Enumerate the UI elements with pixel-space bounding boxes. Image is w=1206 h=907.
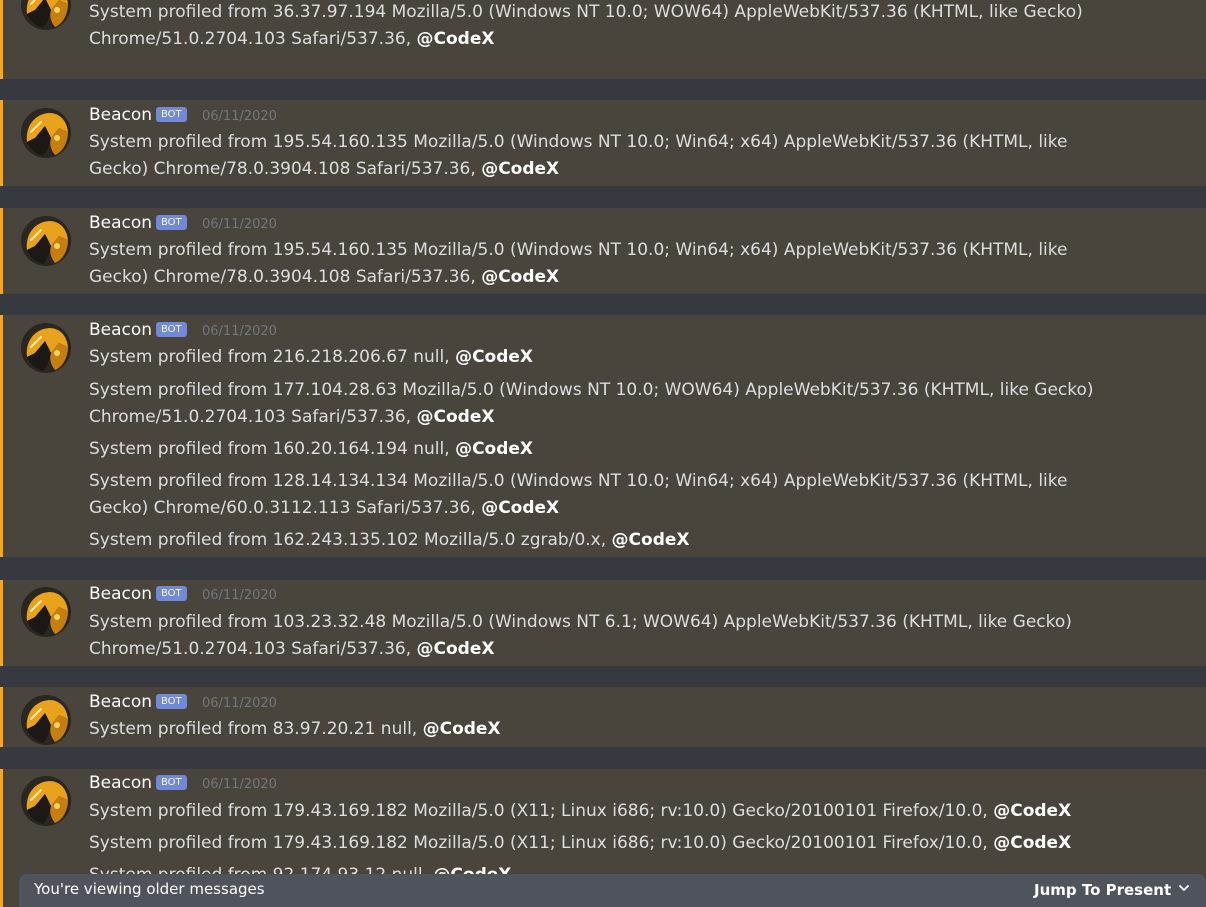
author-name[interactable]: Beacon (89, 320, 152, 340)
avatar-image (21, 587, 71, 637)
message-text: Chrome/51.0.2704.103 Safari/537.36, (89, 29, 417, 49)
avatar[interactable] (21, 776, 71, 826)
message-text: Gecko) Chrome/78.0.3904.108 Safari/537.3… (89, 159, 482, 179)
older-messages-bar: You're viewing older messages Jump To Pr… (19, 874, 1206, 907)
bot-badge: BOT (156, 215, 187, 230)
bot-badge: BOT (156, 775, 187, 790)
message-text: System profiled from 177.104.28.63 Mozil… (89, 380, 1094, 400)
message-line: System profiled from 179.43.169.182 Mozi… (89, 798, 1071, 825)
avatar-image (21, 776, 71, 826)
avatar-image (21, 216, 71, 266)
message-text: System profiled from 160.20.164.194 null… (89, 439, 456, 459)
message-text: System profiled from 128.14.134.134 Mozi… (89, 471, 1068, 491)
message-text: System profiled from 195.54.160.135 Mozi… (89, 132, 1068, 152)
message-text: Chrome/51.0.2704.103 Safari/537.36, (89, 639, 417, 659)
message-line: System profiled from 216.218.206.67 null… (89, 344, 533, 371)
message-text: System profiled from 179.43.169.182 Mozi… (89, 801, 994, 821)
author-name[interactable]: Beacon (89, 584, 152, 604)
message-line: System profiled from 177.104.28.63 Mozil… (89, 377, 1094, 404)
message-text: Gecko) Chrome/78.0.3904.108 Safari/537.3… (89, 267, 482, 287)
older-messages-text: You're viewing older messages (34, 880, 265, 898)
chevron-down-icon[interactable] (1177, 881, 1191, 895)
message-text: System profiled from 216.218.206.67 null… (89, 347, 456, 367)
message-line: Chrome/51.0.2704.103 Safari/537.36, @Cod… (89, 404, 495, 431)
message-line: System profiled from 195.54.160.135 Mozi… (89, 237, 1067, 264)
message-line: Gecko) Chrome/78.0.3904.108 Safari/537.3… (89, 264, 559, 291)
message-group[interactable]: Beacon BOT 06/11/2020 System profiled from … (0, 100, 1206, 186)
bot-badge: BOT (156, 107, 187, 122)
user-mention[interactable]: @CodeX (455, 439, 533, 459)
avatar[interactable] (21, 216, 71, 266)
message-group[interactable]: Beacon BOT 06/11/2020 System profiled from … (0, 580, 1206, 666)
user-mention[interactable]: @CodeX (455, 347, 533, 367)
message-line: Gecko) Chrome/78.0.3904.108 Safari/537.3… (89, 156, 559, 183)
avatar[interactable] (21, 695, 71, 745)
bot-badge: BOT (156, 322, 187, 337)
jump-to-present-button[interactable]: Jump To Present (1034, 879, 1171, 901)
user-mention[interactable]: @CodeX (993, 801, 1071, 821)
author-name[interactable]: Beacon (89, 692, 152, 712)
user-mention[interactable]: @CodeX (417, 29, 495, 49)
message-line: Gecko) Chrome/60.0.3112.113 Safari/537.3… (89, 495, 559, 522)
message-text: System profiled from 179.43.169.182 Mozi… (89, 833, 994, 853)
bot-badge: BOT (156, 586, 187, 601)
avatar[interactable] (21, 587, 71, 637)
message-group[interactable]: Beacon BOT 06/11/2020 System profiled from … (0, 208, 1206, 294)
user-mention[interactable]: @CodeX (612, 530, 690, 550)
message-line: Chrome/51.0.2704.103 Safari/537.36, @Cod… (89, 26, 495, 53)
timestamp[interactable]: 06/11/2020 (202, 107, 277, 127)
message-text: System profiled from 103.23.32.48 Mozill… (89, 612, 1072, 632)
user-mention[interactable]: @CodeX (481, 498, 559, 518)
avatar[interactable] (21, 323, 71, 373)
author-name[interactable]: Beacon (89, 213, 152, 233)
timestamp[interactable]: 06/11/2020 (202, 775, 277, 795)
message-line: System profiled from 103.23.32.48 Mozill… (89, 609, 1072, 636)
message-line: System profiled from 195.54.160.135 Mozi… (89, 129, 1067, 156)
timestamp[interactable]: 06/11/2020 (202, 694, 277, 714)
message-text: Gecko) Chrome/60.0.3112.113 Safari/537.3… (89, 498, 482, 518)
avatar-image (21, 0, 71, 30)
message-text: System profiled from 36.37.97.194 Mozill… (89, 2, 1083, 22)
avatar-image (21, 108, 71, 158)
author-name[interactable]: Beacon (89, 773, 152, 793)
message-line: System profiled from 36.37.97.194 Mozill… (89, 0, 1083, 26)
message-line: System profiled from 128.14.134.134 Mozi… (89, 468, 1067, 495)
message-group[interactable]: BeaconBOT06/11/2020System profiled from … (0, 0, 1206, 79)
avatar-image (21, 323, 71, 373)
message-text: System profiled from 195.54.160.135 Mozi… (89, 240, 1068, 260)
message-line: System profiled from 179.43.169.182 Mozi… (89, 830, 1071, 857)
user-mention[interactable]: @CodeX (417, 407, 495, 427)
message-text: Chrome/51.0.2704.103 Safari/537.36, (89, 407, 417, 427)
message-text: System profiled from 162.243.135.102 Moz… (89, 530, 612, 550)
avatar-image (21, 695, 71, 745)
message-group[interactable]: BeaconBOT06/11/2020System profiled from … (0, 687, 1206, 747)
avatar[interactable] (21, 0, 71, 30)
timestamp[interactable]: 06/11/2020 (202, 215, 277, 235)
message-feed[interactable]: BeaconBOT06/11/2020System profiled from … (0, 0, 1206, 907)
message-group[interactable]: Beacon BOT 06/11/2020 System profiled from … (0, 315, 1206, 557)
message-text: System profiled from 83.97.20.21 null, (89, 719, 423, 739)
user-mention[interactable]: @CodeX (481, 267, 559, 287)
message-line: System profiled from 162.243.135.102 Moz… (89, 527, 690, 554)
timestamp[interactable]: 06/11/2020 (202, 322, 277, 342)
bot-badge: BOT (156, 694, 187, 709)
timestamp[interactable]: 06/11/2020 (202, 586, 277, 606)
user-mention[interactable]: @CodeX (993, 833, 1071, 853)
author-name[interactable]: Beacon (89, 105, 152, 125)
message-line: Chrome/51.0.2704.103 Safari/537.36, @Cod… (89, 636, 495, 663)
avatar[interactable] (21, 108, 71, 158)
user-mention[interactable]: @CodeX (417, 639, 495, 659)
user-mention[interactable]: @CodeX (481, 159, 559, 179)
message-line: System profiled from 83.97.20.21 null, @… (89, 716, 501, 743)
message-line: System profiled from 160.20.164.194 null… (89, 436, 533, 463)
user-mention[interactable]: @CodeX (423, 719, 501, 739)
